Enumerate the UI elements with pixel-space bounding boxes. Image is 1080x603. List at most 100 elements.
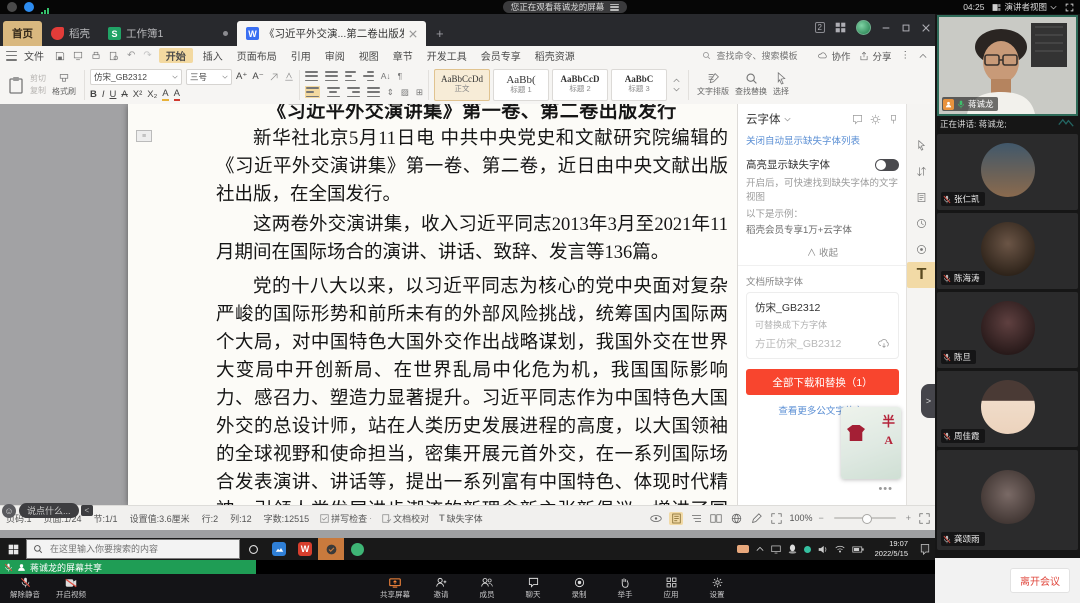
banner-menu-icon[interactable] xyxy=(610,4,619,11)
eye-protect-icon[interactable] xyxy=(649,512,663,525)
view-mode-switch[interactable]: 演讲者视图 xyxy=(992,1,1057,13)
tray-qq-icon[interactable] xyxy=(788,544,797,554)
volume-icon[interactable] xyxy=(818,545,828,554)
strikethrough-icon[interactable]: A xyxy=(121,89,127,100)
participant-tile[interactable]: 陈海涛 xyxy=(937,213,1078,289)
wifi-icon[interactable] xyxy=(835,545,845,553)
menu-item-3[interactable]: 引用 xyxy=(284,48,318,63)
expand-panel-tab[interactable]: > xyxy=(921,384,935,418)
zoom-slider[interactable] xyxy=(834,517,896,519)
menu-item-5[interactable]: 视图 xyxy=(352,48,386,63)
select-tool-button[interactable]: 选择 xyxy=(770,72,792,97)
auto-show-missing-font-link[interactable]: 关闭自动显示缺失字体列表 xyxy=(738,131,907,153)
font-promo-card[interactable]: 半 A xyxy=(841,407,901,479)
tray-expand-icon[interactable] xyxy=(756,546,764,552)
share-button[interactable]: 分享 xyxy=(859,49,891,63)
record-button[interactable]: 录制 xyxy=(556,574,602,603)
save-icon[interactable] xyxy=(51,51,69,61)
meeting-app-icon[interactable] xyxy=(24,2,34,12)
bold-icon[interactable]: B xyxy=(90,89,97,100)
update-badge[interactable]: 2 xyxy=(815,22,825,33)
doc-tool-icon[interactable] xyxy=(907,184,935,210)
shading-icon[interactable]: ▨ xyxy=(401,87,409,98)
wps-app-icon[interactable]: W xyxy=(292,538,318,560)
tab-document-active[interactable]: W 《习近平外交演...第二卷出版发行 xyxy=(237,21,426,46)
pointer-tool-icon[interactable] xyxy=(907,132,935,158)
close-window-icon[interactable] xyxy=(921,23,931,33)
underline-icon[interactable]: U xyxy=(110,89,117,100)
feedback-icon[interactable] xyxy=(852,114,863,125)
members-button[interactable]: 成员 xyxy=(464,574,510,603)
highlight-missing-toggle[interactable] xyxy=(875,159,899,171)
bullet-list-icon[interactable] xyxy=(305,71,318,81)
menu-item-7[interactable]: 开发工具 xyxy=(420,48,474,63)
raise-hand-button[interactable]: 举手 xyxy=(602,574,648,603)
align-center-icon[interactable] xyxy=(327,87,340,97)
tray-display-icon[interactable] xyxy=(771,545,781,554)
print-icon[interactable] xyxy=(87,51,105,61)
main-speaker-video[interactable]: 蒋诚龙 xyxy=(937,15,1078,116)
share-screen-button[interactable]: 共享屏幕 xyxy=(372,574,418,603)
info-icon[interactable] xyxy=(7,2,17,12)
emoji-icon[interactable]: ☺ xyxy=(2,504,16,518)
style-heading1[interactable]: AaBb(标题 1 xyxy=(493,69,549,101)
zoom-in-icon[interactable]: + xyxy=(906,513,911,523)
decrease-indent-icon[interactable] xyxy=(345,71,356,81)
justify-icon[interactable] xyxy=(367,87,380,97)
style-heading2[interactable]: AaBbCcD标题 2 xyxy=(552,69,608,101)
photos-app-icon[interactable] xyxy=(266,538,292,560)
gear-icon[interactable] xyxy=(870,114,881,125)
sort-icon[interactable]: A↓ xyxy=(381,71,391,81)
highlight-color-icon[interactable]: A xyxy=(162,88,168,101)
increase-indent-icon[interactable] xyxy=(363,71,374,81)
fullscreen-icon[interactable] xyxy=(1065,3,1074,12)
apps-button[interactable]: 应用 xyxy=(648,574,694,603)
wechat-app-icon[interactable] xyxy=(344,538,370,560)
undo-icon[interactable]: ↶ xyxy=(123,50,139,61)
proofread-button[interactable]: 文档校对 xyxy=(377,512,434,525)
find-replace-button[interactable]: 查找替换 xyxy=(732,72,770,97)
outline-view-icon[interactable] xyxy=(689,512,703,525)
download-cloud-icon[interactable] xyxy=(878,338,890,350)
meeting-app-taskbar-icon[interactable] xyxy=(318,538,344,560)
chat-input[interactable]: 说点什么... xyxy=(19,503,79,518)
chat-collapse-icon[interactable]: < xyxy=(81,505,94,516)
fullscreen-doc-icon[interactable] xyxy=(917,512,931,525)
leave-meeting-button[interactable]: 离开会议 xyxy=(1010,568,1070,593)
grow-font-icon[interactable]: A⁺ xyxy=(236,71,247,82)
pin-icon[interactable] xyxy=(888,114,899,125)
more-menu-icon[interactable]: ⋮ xyxy=(901,50,911,61)
notification-center-icon[interactable] xyxy=(919,543,931,555)
unmute-button[interactable]: 解除静音 xyxy=(2,574,48,603)
zoom-out-icon[interactable]: − xyxy=(818,513,823,523)
menu-item-9[interactable]: 稻壳资源 xyxy=(528,48,582,63)
participant-tile[interactable]: 张仁凯 xyxy=(937,134,1078,210)
account-avatar[interactable] xyxy=(856,20,871,35)
paragraph-mark-icon[interactable]: ≡ xyxy=(136,130,152,142)
copy-button[interactable]: 复制 xyxy=(30,85,46,96)
subscript-icon[interactable]: X₂ xyxy=(147,89,157,100)
close-tab-icon[interactable] xyxy=(409,30,417,38)
participant-tile[interactable]: 陈旦 xyxy=(937,292,1078,368)
collapse-link[interactable]: ∧ 收起 xyxy=(738,239,907,266)
new-tab-button[interactable]: + xyxy=(426,21,454,46)
page-view-icon[interactable] xyxy=(669,512,683,525)
para-mark-icon[interactable]: ¶ xyxy=(398,71,403,81)
cortana-icon[interactable] xyxy=(240,538,266,560)
zoom-slider-knob[interactable] xyxy=(862,514,872,524)
battery-icon[interactable] xyxy=(852,546,864,553)
taskbar-clock[interactable]: 19:07 2022/5/15 xyxy=(871,539,912,559)
minimize-icon[interactable] xyxy=(881,23,891,33)
style-gallery-scroll[interactable] xyxy=(670,78,683,92)
invite-button[interactable]: 邀请 xyxy=(418,574,464,603)
status-wordcount[interactable]: 字数:12515 xyxy=(258,512,316,525)
start-button[interactable] xyxy=(0,538,26,560)
start-video-button[interactable]: 开启视频 xyxy=(48,574,94,603)
watching-banner[interactable]: 您正在观看蒋诚龙的屏幕 xyxy=(503,1,628,13)
command-search[interactable] xyxy=(702,50,810,62)
helper-tool-icon[interactable] xyxy=(907,236,935,262)
menu-item-8[interactable]: 会员专享 xyxy=(474,48,528,63)
two-page-view-icon[interactable] xyxy=(709,512,723,525)
preview-icon[interactable] xyxy=(105,51,123,61)
tab-wps-home[interactable]: 首页 xyxy=(3,21,42,46)
